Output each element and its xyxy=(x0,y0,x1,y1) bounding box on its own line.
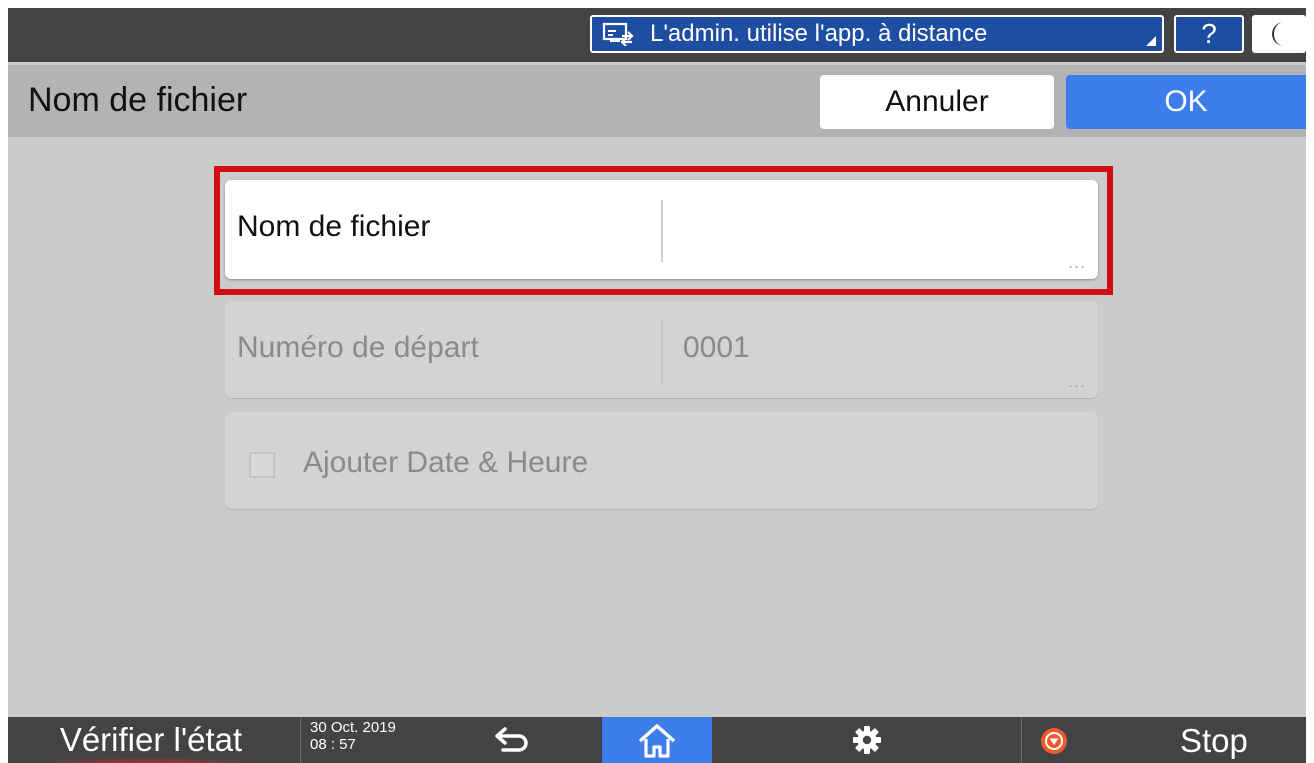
device-screen: L'admin. utilise l'app. à distance ? Nom… xyxy=(8,8,1306,763)
field-divider xyxy=(661,200,663,262)
top-status-bar: L'admin. utilise l'app. à distance ? xyxy=(8,8,1306,62)
stop-icon xyxy=(1041,728,1067,754)
moon-icon xyxy=(1272,22,1284,46)
file-name-field[interactable]: Nom de fichier ... xyxy=(225,180,1098,279)
title-bar: Nom de fichier Annuler OK xyxy=(8,65,1306,137)
file-name-label: Nom de fichier xyxy=(237,210,431,243)
gear-icon xyxy=(853,726,881,754)
home-icon xyxy=(638,724,676,758)
stop-button[interactable]: Stop xyxy=(1022,717,1306,763)
date-time-display: 30 Oct. 2019 08 : 57 xyxy=(310,719,396,753)
start-number-label: Numéro de départ xyxy=(237,331,479,364)
help-button[interactable]: ? xyxy=(1174,15,1244,53)
ok-button[interactable]: OK xyxy=(1066,75,1306,129)
status-alert-glow xyxy=(28,757,268,763)
time-text: 08 : 57 xyxy=(310,736,356,753)
back-icon xyxy=(495,727,528,752)
add-datetime-checkbox[interactable] xyxy=(249,452,275,478)
back-button[interactable] xyxy=(428,717,598,763)
add-datetime-option[interactable]: Ajouter Date & Heure xyxy=(225,412,1098,509)
help-label: ? xyxy=(1201,18,1217,49)
field-divider xyxy=(661,321,663,383)
bottom-bar: Vérifier l'état 30 Oct. 2019 08 : 57 Sto… xyxy=(8,717,1306,763)
more-indicator-icon: ... xyxy=(1067,371,1086,391)
remote-admin-banner[interactable]: L'admin. utilise l'app. à distance xyxy=(590,15,1164,53)
check-status-button[interactable]: Vérifier l'état xyxy=(8,717,294,763)
cancel-label: Annuler xyxy=(885,85,989,118)
cancel-button[interactable]: Annuler xyxy=(820,75,1054,129)
night-mode-button[interactable] xyxy=(1252,15,1306,53)
remote-banner-text: L'admin. utilise l'app. à distance xyxy=(650,20,988,47)
settings-button[interactable] xyxy=(714,717,1020,763)
stop-label: Stop xyxy=(1180,722,1248,759)
start-number-field[interactable]: Numéro de départ 0001 ... xyxy=(225,301,1098,398)
banner-expand-indicator xyxy=(1146,36,1156,46)
divider xyxy=(300,717,301,763)
date-text: 30 Oct. 2019 xyxy=(310,719,396,736)
page-title: Nom de fichier xyxy=(28,81,248,119)
ok-label: OK xyxy=(1164,85,1208,118)
add-datetime-label: Ajouter Date & Heure xyxy=(303,446,589,479)
remote-admin-icon xyxy=(602,22,634,46)
check-status-label: Vérifier l'état xyxy=(59,721,243,758)
home-button[interactable] xyxy=(602,717,712,763)
more-indicator-icon: ... xyxy=(1067,252,1086,272)
start-number-value: 0001 xyxy=(683,331,750,364)
